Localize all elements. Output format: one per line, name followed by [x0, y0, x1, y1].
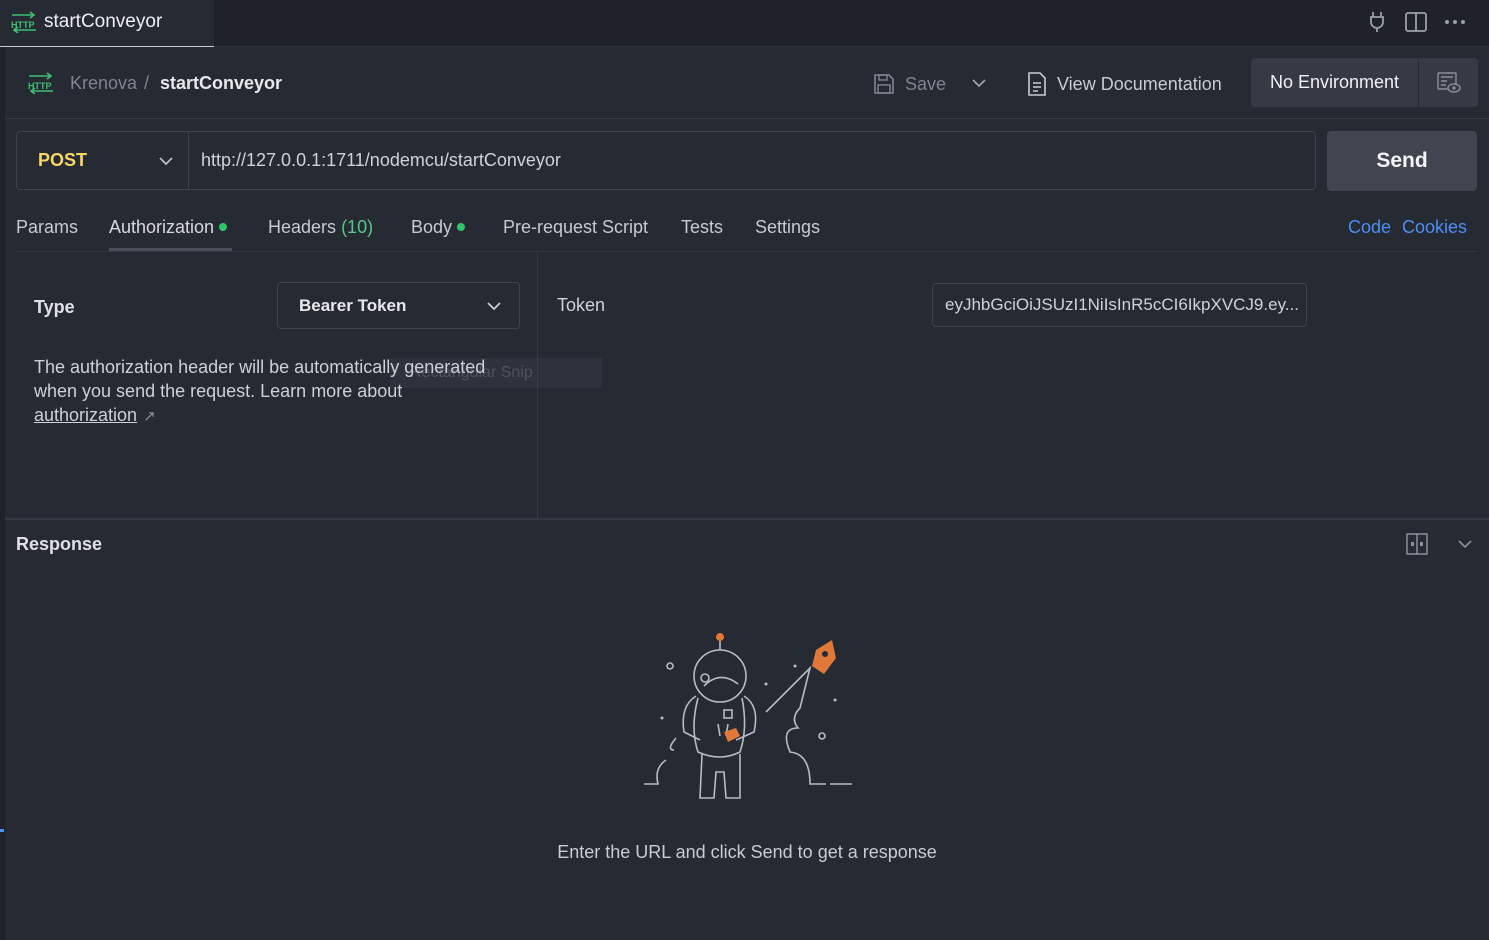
http-icon: HTTP [28, 72, 53, 94]
token-input[interactable]: eyJhbGciOiJSUzI1NiIsInR5cCI6IkpXVCJ9.ey.… [932, 283, 1307, 327]
tab-body-label: Body [411, 217, 453, 237]
tab-authorization-label: Authorization [109, 217, 215, 237]
auth-type-select[interactable]: Bearer Token [277, 282, 520, 329]
url-input[interactable]: http://127.0.0.1:1711/nodemcu/startConve… [201, 150, 561, 171]
request-header: HTTP Krenova / startConveyor Save View D… [5, 47, 1489, 119]
astronaut-rocket-illustration [644, 633, 852, 799]
environment-selector[interactable]: No Environment [1251, 58, 1418, 107]
tab-settings[interactable]: Settings [755, 217, 820, 238]
headers-count: (10) [341, 217, 374, 237]
tab-headers-label: Headers [268, 217, 337, 237]
save-label: Save [905, 73, 947, 94]
auth-type-value: Bearer Token [299, 295, 407, 315]
authorization-docs-link[interactable]: authorization [34, 405, 137, 425]
chevron-down-icon[interactable] [1455, 534, 1475, 554]
split-pane-icon[interactable] [1403, 9, 1429, 35]
tab-pre-request-script[interactable]: Pre-request Script [503, 217, 648, 238]
chevron-down-icon[interactable] [156, 151, 176, 171]
layout-toggle-icon[interactable] [1405, 532, 1429, 556]
status-dot [219, 223, 228, 232]
docs-label: View Documentation [1057, 73, 1222, 94]
active-tab-underline [109, 248, 232, 251]
auth-help-body: The authorization header will be automat… [34, 357, 486, 401]
tab-authorization[interactable]: Authorization [109, 217, 228, 238]
tab-params[interactable]: Params [16, 217, 78, 238]
status-dot [457, 223, 466, 232]
response-resize-handle[interactable] [5, 518, 1489, 520]
more-icon[interactable] [1442, 9, 1468, 35]
svg-text:HTTP: HTTP [11, 20, 35, 30]
response-title: Response [16, 534, 103, 554]
tab-tests[interactable]: Tests [681, 217, 723, 238]
send-button[interactable]: Send [1327, 131, 1477, 191]
chevron-down-icon[interactable] [969, 73, 989, 93]
view-documentation-button[interactable]: View Documentation [1027, 69, 1222, 99]
request-tab[interactable]: HTTP startConveyor [0, 0, 214, 47]
chevron-down-icon [487, 302, 501, 311]
method-label: POST [38, 150, 88, 170]
breadcrumb-request-name[interactable]: startConveyor [160, 73, 282, 94]
http-icon: HTTP [11, 11, 36, 33]
save-button[interactable]: Save [873, 69, 946, 99]
environment-eye-icon [1436, 71, 1461, 93]
auth-type-label: Type [34, 297, 75, 317]
code-link[interactable]: Code [1348, 217, 1391, 238]
svg-text:HTTP: HTTP [28, 81, 52, 91]
tab-body[interactable]: Body [411, 217, 466, 238]
tab-strip [0, 0, 1489, 47]
external-link-icon: ↗ [143, 408, 156, 425]
auth-help-text: The authorization header will be automat… [34, 355, 504, 429]
auth-type-panel: Type Bearer Token Rectangular Snip The a… [5, 252, 602, 518]
url-bar: POST http://127.0.0.1:1711/nodemcu/start… [16, 131, 1316, 190]
breadcrumb-separator: / [144, 73, 150, 93]
request-tabs: Params Authorization Headers (10) Body P… [16, 212, 1477, 252]
environment-quick-look-button[interactable] [1418, 58, 1478, 107]
tab-headers[interactable]: Headers (10) [268, 217, 373, 238]
cookies-link[interactable]: Cookies [1402, 217, 1467, 238]
token-label: Token [557, 295, 606, 315]
plug-icon[interactable] [1364, 9, 1390, 35]
response-empty-message: Enter the URL and click Send to get a re… [557, 842, 937, 862]
left-marker [0, 829, 4, 832]
tab-title: startConveyor [44, 11, 163, 32]
breadcrumb-collection[interactable]: Krenova [70, 73, 137, 94]
save-icon [874, 74, 894, 94]
document-icon [1028, 72, 1046, 96]
